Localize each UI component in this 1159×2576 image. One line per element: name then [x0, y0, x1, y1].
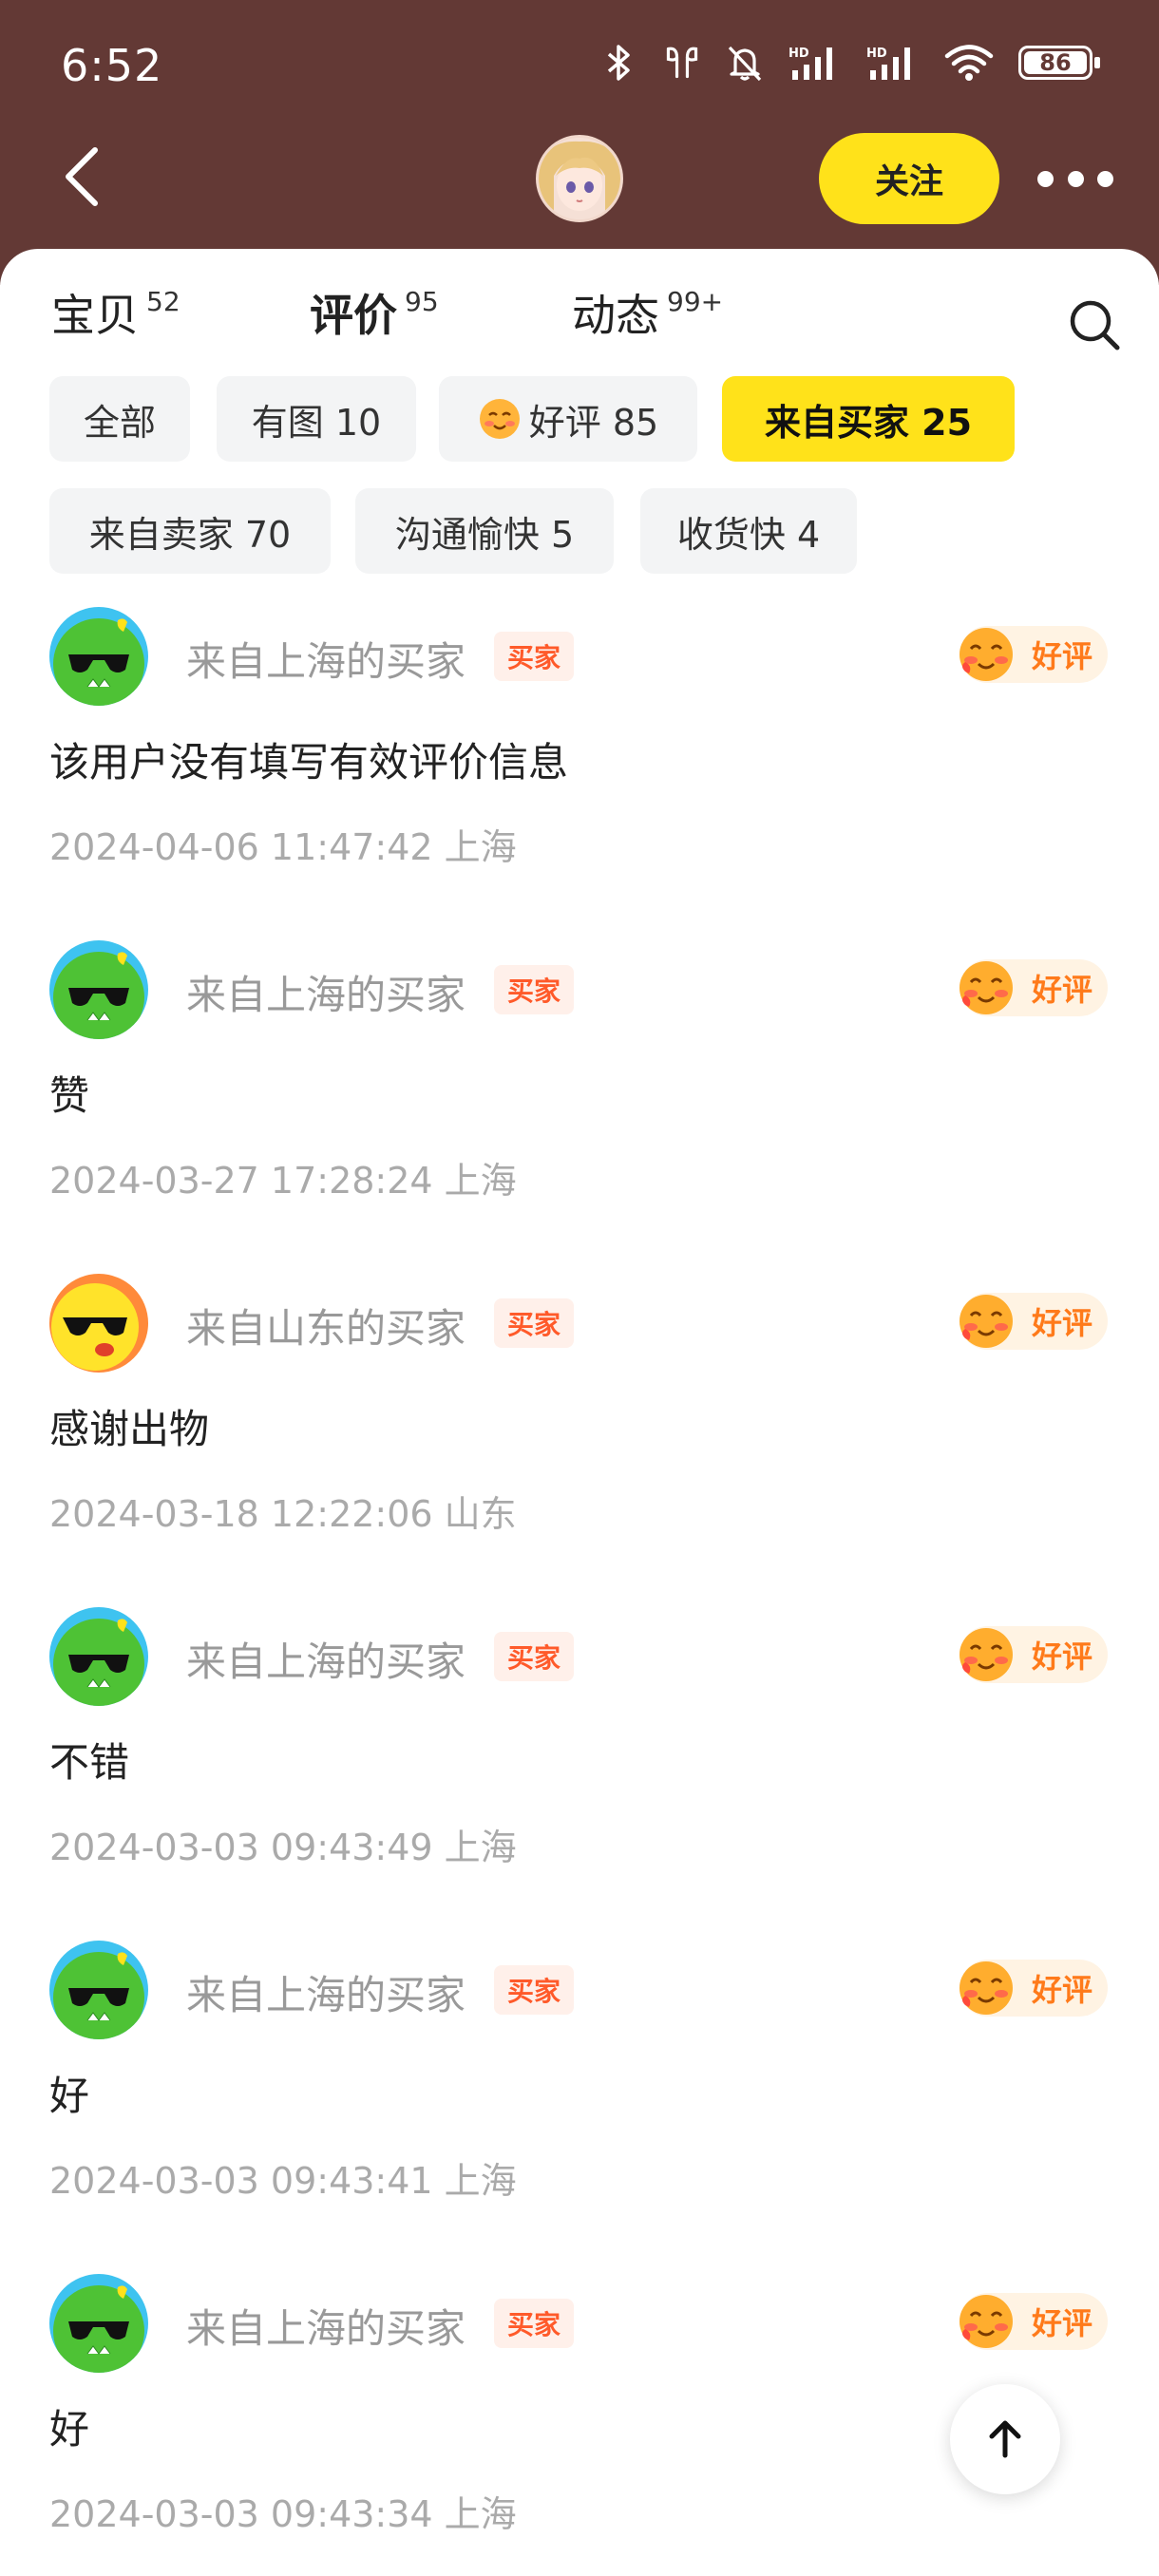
tab-bar: 宝贝 52 评价 95 动态 99+	[0, 268, 1159, 363]
search-icon[interactable]	[1066, 296, 1123, 353]
arrow-up-icon	[989, 2420, 1021, 2458]
chip-all[interactable]: 全部	[49, 376, 190, 462]
tab-count: 52	[146, 286, 180, 317]
buyer-badge: 买家	[494, 1965, 575, 2015]
tab-reviews[interactable]: 评价 95	[310, 287, 439, 344]
rating-label: 好评	[1031, 1638, 1092, 1675]
tab-label: 动态	[572, 290, 659, 341]
review-text: 该用户没有填写有效评价信息	[49, 739, 569, 786]
rating-label: 好评	[1031, 638, 1092, 674]
smile-face-icon	[956, 624, 1016, 685]
rating-label: 好评	[1031, 1972, 1092, 2008]
reviewer-avatar[interactable]	[49, 1274, 148, 1373]
review-meta: 2024-03-27 17:28:24 上海	[49, 1160, 517, 1202]
tab-count: 95	[405, 286, 439, 317]
reviewer-avatar[interactable]	[49, 607, 148, 706]
dot-icon	[1037, 170, 1054, 187]
more-options-button[interactable]	[1037, 161, 1113, 196]
buyer-badge: 买家	[494, 2299, 575, 2348]
bell-muted-icon	[726, 44, 764, 82]
rating-label: 好评	[1031, 1305, 1092, 1341]
rating-badge: 好评	[960, 1626, 1108, 1683]
signal-hd-2-icon: HD	[866, 44, 920, 82]
follow-button[interactable]: 关注	[819, 133, 999, 224]
smile-face-icon	[478, 397, 522, 441]
smile-face-icon	[956, 2291, 1016, 2352]
review-text: 好	[49, 2073, 90, 2119]
tab-count: 99+	[667, 286, 724, 317]
back-to-top-button[interactable]	[950, 2384, 1060, 2494]
reviewer-name: 来自山东的买家	[186, 1305, 466, 1352]
rating-badge: 好评	[960, 959, 1108, 1016]
tab-items[interactable]: 宝贝 52	[51, 287, 180, 344]
review-item[interactable]: 来自上海的买家 买家 好评好 2024-03-03 09:43:41 上海	[0, 1941, 1159, 2273]
tab-label: 评价	[310, 287, 397, 344]
chip-positive[interactable]: 好评 85	[439, 376, 697, 462]
rating-badge: 好评	[960, 2293, 1108, 2350]
reviewer-name: 来自上海的买家	[186, 2305, 466, 2352]
chip-label: 好评 85	[528, 401, 659, 444]
buyer-badge: 买家	[494, 632, 575, 681]
reviewer-name: 来自上海的买家	[186, 972, 466, 1018]
reviewer-name: 来自上海的买家	[186, 1638, 466, 1685]
rating-badge: 好评	[960, 626, 1108, 683]
review-meta: 2024-03-03 09:43:49 上海	[49, 1827, 517, 1868]
signal-hd-1-icon: HD	[788, 44, 842, 82]
status-time: 6:52	[61, 40, 163, 91]
seller-avatar[interactable]	[536, 135, 623, 222]
content-sheet: 宝贝 52 评价 95 动态 99+ 全部 有图 10 好评 85 来自买家 2…	[0, 249, 1159, 2576]
header-bar: 6:52 HD HD 86 关注	[0, 0, 1159, 285]
chip-from-seller[interactable]: 来自卖家 70	[49, 488, 331, 574]
chip-from-buyer[interactable]: 来自买家 25	[722, 376, 1015, 462]
review-item[interactable]: 来自山东的买家 买家 好评感谢出物 2024-03-18 12:22:06 山东	[0, 1274, 1159, 1606]
reviewer-name: 来自上海的买家	[186, 638, 466, 685]
bluetooth-icon	[600, 44, 638, 82]
smile-face-icon	[956, 1958, 1016, 2018]
svg-text:HD: HD	[866, 47, 887, 61]
reviewer-avatar[interactable]	[49, 1941, 148, 2039]
earbuds-icon	[663, 44, 701, 82]
buyer-badge: 买家	[494, 1632, 575, 1681]
status-icons: HD HD 86	[600, 44, 1100, 82]
battery-icon: 86	[1018, 46, 1100, 80]
rating-badge: 好评	[960, 1293, 1108, 1350]
buyer-badge: 买家	[494, 965, 575, 1014]
dot-icon	[1097, 170, 1113, 187]
review-item[interactable]: 来自上海的买家 买家 好评赞 2024-03-27 17:28:24 上海	[0, 940, 1159, 1273]
review-meta: 2024-03-03 09:43:41 上海	[49, 2160, 517, 2202]
review-meta: 2024-03-18 12:22:06 山东	[49, 1493, 517, 1535]
chip-pleasant-communication[interactable]: 沟通愉快 5	[355, 488, 614, 574]
rating-label: 好评	[1031, 972, 1092, 1008]
reviewer-avatar[interactable]	[49, 1607, 148, 1706]
dot-icon	[1067, 170, 1084, 187]
battery-level: 86	[1039, 49, 1072, 76]
reviewer-name: 来自上海的买家	[186, 1972, 466, 2018]
chip-fast-delivery[interactable]: 收货快 4	[640, 488, 857, 574]
review-meta: 2024-04-06 11:47:42 上海	[49, 826, 517, 868]
review-text: 不错	[49, 1739, 130, 1786]
review-text: 好	[49, 2406, 90, 2453]
tab-label: 宝贝	[51, 290, 139, 341]
smile-face-icon	[956, 1291, 1016, 1352]
status-bar: 6:52 HD HD 86	[0, 0, 1159, 133]
back-button[interactable]	[55, 142, 112, 211]
svg-text:HD: HD	[788, 47, 809, 61]
chip-with-images[interactable]: 有图 10	[217, 376, 416, 462]
reviewer-avatar[interactable]	[49, 940, 148, 1039]
smile-face-icon	[956, 1624, 1016, 1685]
buyer-badge: 买家	[494, 1298, 575, 1348]
tab-activity[interactable]: 动态 99+	[572, 287, 723, 344]
reviewer-avatar[interactable]	[49, 2274, 148, 2373]
rating-badge: 好评	[960, 1960, 1108, 2017]
wifi-icon	[944, 44, 994, 82]
review-text: 感谢出物	[49, 1406, 210, 1452]
rating-label: 好评	[1031, 2305, 1092, 2341]
review-item[interactable]: 来自上海的买家 买家 好评该用户没有填写有效评价信息 2024-04-06 11:47…	[0, 607, 1159, 939]
review-meta: 2024-03-03 09:43:34 上海	[49, 2493, 517, 2535]
smile-face-icon	[956, 957, 1016, 1018]
review-text: 赞	[49, 1072, 90, 1119]
review-item[interactable]: 来自上海的买家 买家 好评不错 2024-03-03 09:43:49 上海	[0, 1607, 1159, 1940]
